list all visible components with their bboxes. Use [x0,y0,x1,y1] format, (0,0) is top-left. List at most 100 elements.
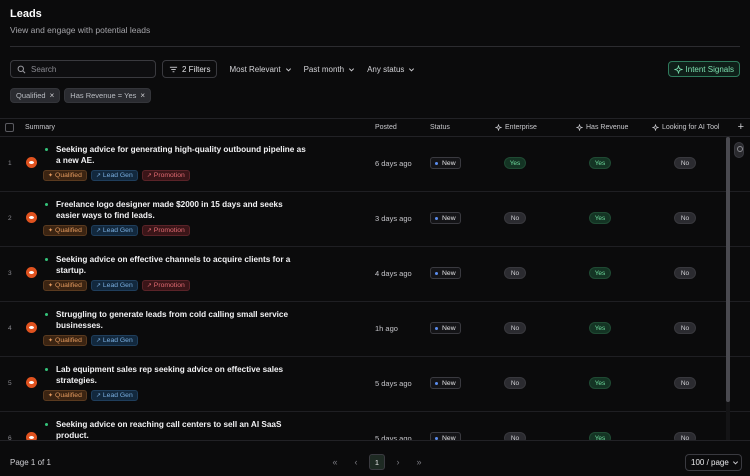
tag-icon: ✦ [48,173,54,179]
lead-summary[interactable]: Seeking advice on effective channels to … [56,254,306,276]
tag-label: Lead Gen [102,337,133,344]
column-header-enterprise[interactable]: Enterprise [495,124,537,131]
status-filter-label: Any status [367,64,405,74]
tag-label: Promotion [153,282,185,289]
tag-label: Promotion [153,172,185,179]
close-icon[interactable]: × [50,91,55,100]
row-number: 5 [8,380,12,387]
status-badge[interactable]: New [430,322,461,334]
lead-tags: ✦ Qualified ↗ Lead Gen ↗ Promotion [43,280,194,291]
posted-time: 5 days ago [375,379,412,388]
filter-chip-has-revenue[interactable]: Has Revenue = Yes × [64,88,152,103]
column-label: Status [430,124,450,131]
tag-lead-gen: ↗ Lead Gen [90,225,138,236]
enterprise-pill: Yes [504,157,526,169]
last-page-icon[interactable]: » [411,454,427,470]
tag-promotion: ↗ Promotion [141,170,190,181]
status-dot [435,326,438,330]
prev-page-icon[interactable]: ‹ [348,454,364,470]
reddit-icon [26,212,37,223]
status-badge[interactable]: New [430,212,461,224]
status-badge[interactable]: New [430,267,461,279]
pagination: « ‹ 1 › » [327,454,432,470]
status-badge[interactable]: New [430,377,461,389]
table-row[interactable]: 5 Lab equipment sales rep seeking advice… [0,357,750,412]
status-badge[interactable]: New [430,157,461,169]
first-page-icon[interactable]: « [327,454,343,470]
table-row[interactable]: 4 Struggling to generate leads from cold… [0,302,750,357]
table-row[interactable]: 3 Seeking advice on effective channels t… [0,247,750,302]
chevron-down-icon [409,67,415,71]
column-header-summary[interactable]: Summary [25,124,55,131]
unread-dot [45,313,48,316]
lead-summary[interactable]: Freelance logo designer made $2000 in 15… [56,199,306,221]
chevron-down-icon [732,461,738,465]
reddit-icon [26,377,37,388]
current-page-button[interactable]: 1 [369,454,385,470]
table-row[interactable]: 6 Seeking advice on reaching call center… [0,412,750,440]
looking-for-ai-pill: No [674,432,696,440]
lead-summary[interactable]: Seeking advice on reaching call centers … [56,419,306,440]
status-label: New [442,379,456,387]
per-page-select[interactable]: 100 / page [685,454,742,471]
lead-tags: ✦ Qualified ↗ Lead Gen ↗ Promotion [43,170,194,181]
tag-label: Qualified [55,392,82,399]
column-header-posted[interactable]: Posted [375,124,397,131]
has-revenue-pill: Yes [589,377,611,389]
tag-label: Qualified [55,337,82,344]
search-box[interactable] [10,60,156,78]
status-badge[interactable]: New [430,432,461,440]
select-all-checkbox[interactable] [5,123,14,132]
posted-time: 3 days ago [375,214,412,223]
tag-lead-gen: ↗ Lead Gen [90,280,138,291]
unread-dot [45,258,48,261]
close-icon[interactable]: × [140,91,145,100]
tag-label: Lead Gen [102,392,133,399]
search-input[interactable] [31,64,151,74]
reddit-icon [26,157,37,168]
side-toggle-button[interactable] [734,142,744,158]
intent-signals-button[interactable]: Intent Signals [667,61,740,77]
lead-summary[interactable]: Struggling to generate leads from cold c… [56,309,306,331]
column-header-looking-for-ai[interactable]: Looking for AI Tool [652,124,719,131]
time-range-dropdown[interactable]: Past month [304,65,355,74]
add-column-icon[interactable]: + [738,121,744,133]
column-header-has-revenue[interactable]: Has Revenue [576,124,628,131]
table-body: 1 Seeking advice for generating high-qua… [0,137,750,440]
next-page-icon[interactable]: › [390,454,406,470]
has-revenue-pill: Yes [589,322,611,334]
status-label: New [442,269,456,277]
unread-dot [45,368,48,371]
looking-for-ai-pill: No [674,377,696,389]
tag-icon: ↗ [95,393,101,399]
sort-dropdown[interactable]: Most Relevant [229,65,291,74]
filter-icon [169,66,178,72]
tag-icon: ↗ [146,228,152,234]
reddit-icon [26,432,37,440]
table-row[interactable]: 2 Freelance logo designer made $2000 in … [0,192,750,247]
column-label: Enterprise [505,124,537,131]
posted-time: 1h ago [375,324,398,333]
tag-label: Lead Gen [102,227,133,234]
status-dot [435,381,438,385]
column-label: Looking for AI Tool [662,124,720,131]
column-header-status[interactable]: Status [430,124,450,131]
table-row[interactable]: 1 Seeking advice for generating high-qua… [0,137,750,192]
column-label: Has Revenue [586,124,629,131]
filters-button[interactable]: 2 Filters [162,60,218,78]
unread-dot [45,423,48,426]
page-header: Leads View and engage with potential lea… [10,8,150,35]
active-filter-chips: Qualified × Has Revenue = Yes × [10,88,155,103]
table-footer: Page 1 of 1 « ‹ 1 › » 100 / page [0,440,750,476]
status-dropdown[interactable]: Any status [367,65,415,74]
enterprise-pill: No [504,377,526,389]
has-revenue-pill: Yes [589,212,611,224]
lead-summary[interactable]: Lab equipment sales rep seeking advice o… [56,364,306,386]
tag-label: Promotion [153,227,185,234]
filter-chip-qualified[interactable]: Qualified × [10,88,61,103]
looking-for-ai-pill: No [674,157,696,169]
lead-summary[interactable]: Seeking advice for generating high-quali… [56,144,306,166]
tag-icon: ✦ [48,338,54,344]
row-number: 1 [8,160,12,167]
scrollbar-thumb[interactable] [726,137,730,402]
